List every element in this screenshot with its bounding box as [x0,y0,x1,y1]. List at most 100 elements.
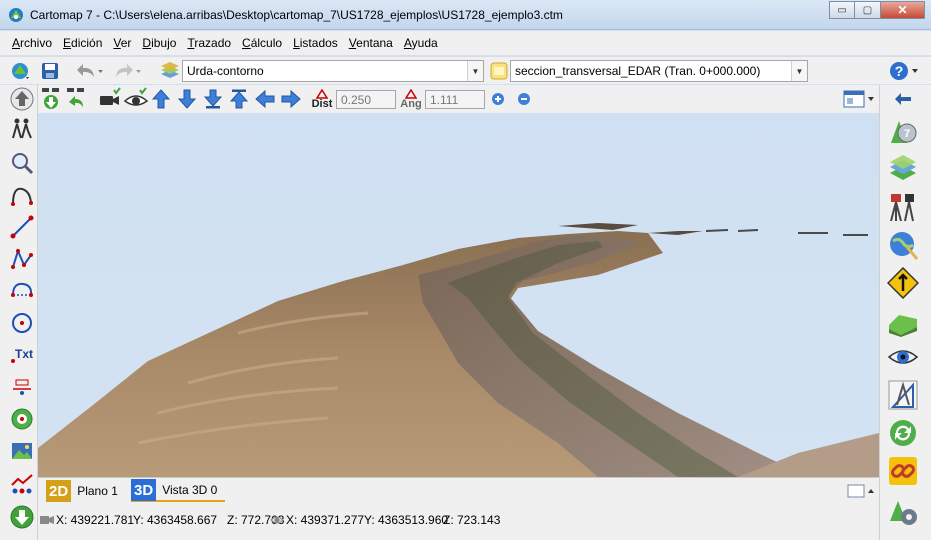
maximize-button[interactable]: ▢ [855,1,881,19]
settings-gear-icon [890,501,917,525]
cartomap-tools-button[interactable]: 7 [887,115,919,147]
menu-listados[interactable]: Listados [293,36,338,50]
polyline-tool-button[interactable] [8,245,36,273]
sync-button[interactable] [887,417,919,449]
ang-label: Ang [400,97,422,110]
download-button[interactable] [8,503,36,531]
3d-viewport[interactable] [38,113,879,477]
arrow-down-circle-icon [10,505,34,529]
undo-button[interactable] [72,59,106,83]
line-tool-button[interactable] [8,213,36,241]
left-toolbar: Txt [0,85,38,540]
sync-icon [890,420,916,446]
tab-vista-3d-0[interactable]: 3D Vista 3D 0 [131,479,226,502]
move-right-button[interactable] [280,88,302,110]
distance-step-input[interactable]: 0.250 [336,90,396,109]
survey-instruments-button[interactable] [887,191,919,223]
title-bar: Cartomap 7 - C:\Users\elena.arribas\Desk… [0,0,931,30]
view-options-button[interactable] [841,88,877,110]
settings-button[interactable] [887,495,919,527]
increase-step-button[interactable] [489,90,507,108]
profile-tool-button[interactable] [8,469,36,497]
circle-tool-button[interactable] [8,309,36,337]
line-tool-icon [10,215,34,239]
new-project-button[interactable] [8,59,34,83]
save-button[interactable] [38,59,62,83]
zoom-tool-button[interactable] [8,149,36,177]
move-left-button[interactable] [254,88,276,110]
drafting-button[interactable] [887,379,919,411]
terrain-model-button[interactable] [887,305,919,337]
redo-icon [116,64,141,77]
3d-view-button[interactable] [887,341,919,373]
menu-ayuda[interactable]: Ayuda [404,36,438,50]
arrow-up-icon [151,89,171,109]
section-combo-chevron-down-icon[interactable]: ▼ [791,61,807,81]
move-forward-button[interactable] [150,88,172,110]
layers-manager-button[interactable] [887,153,919,185]
menu-ventana[interactable]: Ventana [349,36,393,50]
move-down-button[interactable] [202,88,224,110]
redo-button[interactable] [110,59,144,83]
decrease-step-button[interactable] [515,90,533,108]
arc-tool-button[interactable] [8,277,36,305]
camera-down-button[interactable] [40,87,62,111]
distance-step-value: 0.250 [341,92,372,107]
camera-button[interactable] [98,87,122,111]
close-button[interactable]: ✕ [881,1,925,19]
eye-target-button[interactable] [124,87,148,111]
layer-combo-chevron-down-icon[interactable]: ▼ [467,61,483,81]
move-backward-button[interactable] [176,88,198,110]
section-combo[interactable]: seccion_transversal_EDAR (Tran. 0+000.00… [510,60,808,82]
menu-edicion[interactable]: Edición [63,36,102,50]
menu-calculo[interactable]: Cálculo [242,36,282,50]
tab-plano-1[interactable]: 2D Plano 1 [46,480,118,502]
image-tool-button[interactable] [8,437,36,465]
link-button[interactable] [887,455,919,487]
main-toolbar: Urda-contorno ▼ seccion_transversal_EDAR… [0,56,931,84]
text-tool-button[interactable]: Txt [8,341,36,369]
tab-2d-badge: 2D [46,480,72,502]
save-icon [42,63,58,79]
layers-button[interactable] [158,59,182,83]
georeference-button[interactable] [887,229,919,261]
arc-tool-icon [11,282,33,297]
label-tool-icon [13,379,31,395]
window-controls: ▭ ▢ ✕ [829,1,925,20]
angle-step-input[interactable]: 1.111 [425,90,485,109]
new-project-icon [12,63,29,79]
eye-icon [124,87,148,106]
tab-options-button[interactable] [846,481,876,501]
camera-back-button[interactable] [65,87,87,111]
target-z: Z: 723.143 [443,513,501,527]
delta-icon [405,88,417,99]
menu-archivo[interactable]: Archivo [12,36,52,50]
globe-compass-icon [890,232,919,260]
window-layout-icon [843,90,874,108]
help-button[interactable]: ? [887,60,923,82]
minimize-button[interactable]: ▭ [829,1,855,19]
status-bar: X: 439221.781 Y: 4363458.667 Z: 772.763 … [38,503,879,540]
walk-mode-button[interactable] [8,115,36,143]
undo-icon [77,64,103,77]
zoom-extents-button[interactable] [8,85,36,113]
arrow-left-icon [895,93,911,105]
collapse-panel-button[interactable] [887,87,919,111]
curve-tool-button[interactable] [8,181,36,209]
svg-text:?: ? [895,63,904,79]
menu-dibujo[interactable]: Dibujo [142,36,176,50]
section-button[interactable] [489,61,509,81]
plus-circle-icon [492,93,504,105]
layer-combo-value: Urda-contorno [187,64,264,78]
point-tool-button[interactable] [8,405,36,433]
layer-combo[interactable]: Urda-contorno ▼ [182,60,484,82]
menu-ver[interactable]: Ver [113,36,131,50]
delta-icon [316,88,328,99]
move-up-button[interactable] [228,88,250,110]
label-tool-button[interactable] [8,373,36,401]
tab-label: Vista 3D 0 [162,483,218,497]
circle-tool-icon [12,313,32,333]
road-sign-button[interactable] [887,267,919,299]
target-x: X: 439371.277 [286,513,365,527]
menu-trazado[interactable]: Trazado [187,36,231,50]
